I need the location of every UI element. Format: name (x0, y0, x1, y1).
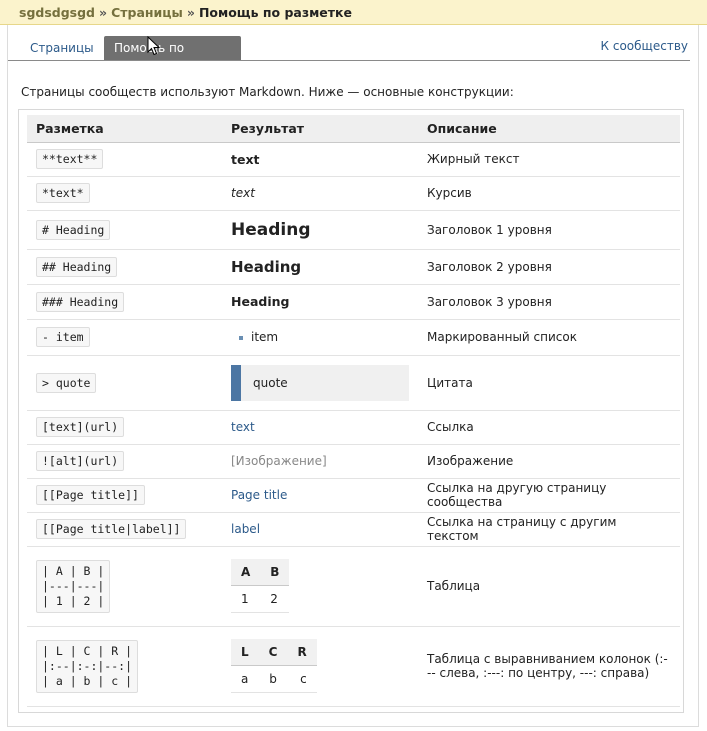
table-row: | L | C | R | |:--|:-:|--:| | a | b | c … (27, 626, 680, 707)
description: Маркированный список (418, 319, 680, 356)
markup-code-block: | A | B | |---|---| | 1 | 2 | (36, 559, 111, 613)
tab-markup-help[interactable]: Помощь по разметке (104, 36, 241, 79)
back-to-community-link[interactable]: К сообществу (601, 39, 688, 53)
bullet-icon (239, 335, 243, 340)
breadcrumb-section-link[interactable]: Страницы (111, 5, 183, 20)
breadcrumb-separator: » (99, 4, 108, 20)
result-table: A B 1 2 (231, 558, 290, 614)
markup-code: # Heading (36, 219, 111, 240)
result-table-header: R (287, 638, 317, 667)
reference-panel: Разметка Результат Описание **text** tex… (18, 109, 684, 713)
description: Жирный текст (418, 142, 680, 177)
result-heading-1: Heading (231, 219, 311, 240)
result-table-header: L (231, 638, 259, 667)
mouse-cursor-icon (147, 36, 161, 56)
description: Заголовок 3 уровня (418, 284, 680, 320)
result-table-cell: b (258, 665, 288, 694)
table-row: **text** text Жирный текст (27, 142, 680, 177)
result-table-aligned: L C R a b c (231, 638, 317, 694)
tab-pages[interactable]: Страницы (20, 36, 104, 60)
table-row: # Heading Heading Заголовок 1 уровня (27, 210, 680, 250)
table-header-row: Разметка Результат Описание (27, 115, 680, 143)
result-blockquote: quote (231, 364, 409, 401)
intro-text: Страницы сообществ используют Markdown. … (21, 85, 514, 99)
result-link[interactable]: text (231, 420, 255, 434)
description: Таблица (418, 546, 680, 627)
result-table-cell: c (287, 665, 317, 694)
result-italic: text (231, 186, 255, 200)
result-table-header: B (260, 558, 290, 587)
description: Изображение (418, 444, 680, 479)
column-header-description: Описание (418, 115, 680, 143)
breadcrumb: sgdsdgsgd » Страницы » Помощь по разметк… (0, 0, 707, 25)
description: Ссылка на другую страницу сообщества (418, 478, 680, 513)
result-bold: text (231, 151, 260, 167)
result-table-cell: a (231, 665, 259, 694)
result-table-cell: 1 (231, 585, 261, 614)
result-image-placeholder: [Изображение] (231, 454, 327, 468)
description: Ссылка на страницу с другим текстом (418, 512, 680, 547)
content-frame: Страницы Помощь по разметке К сообществу… (7, 25, 699, 727)
markup-code: - item (36, 327, 90, 347)
description: Цитата (418, 355, 680, 411)
table-row: [[Page title]] Page title Ссылка на друг… (27, 478, 680, 513)
table-row: [[Page title|label]] label Ссылка на стр… (27, 512, 680, 547)
table-row: ## Heading Heading Заголовок 2 уровня (27, 249, 680, 285)
breadcrumb-group-link[interactable]: sgdsdgsgd (19, 5, 95, 20)
description: Таблица с выравниванием колонок (:--- сл… (418, 626, 680, 707)
result-labeled-link[interactable]: label (231, 522, 260, 536)
table-row: ![alt](url) [Изображение] Изображение (27, 444, 680, 479)
result-table-header: A (231, 558, 261, 587)
markup-code: ## Heading (36, 256, 118, 277)
description: Ссылка (418, 410, 680, 445)
column-header-markup: Разметка (27, 115, 222, 143)
markup-code: **text** (36, 149, 104, 169)
markup-reference-table: Разметка Результат Описание **text** tex… (27, 115, 680, 707)
tab-bar: Страницы Помощь по разметке К сообществу (8, 25, 690, 79)
description: Заголовок 1 уровня (418, 210, 680, 250)
markup-code-block: | L | C | R | |:--|:-:|--:| | a | b | c … (36, 639, 139, 693)
markup-code: ### Heading (36, 291, 125, 312)
table-row: - item item Маркированный список (27, 319, 680, 356)
markup-code: *text* (36, 183, 90, 203)
result-list-item: item (231, 330, 278, 344)
markup-code: [text](url) (36, 417, 125, 437)
table-row: > quote quote Цитата (27, 355, 680, 411)
result-table-cell: 2 (260, 585, 290, 614)
table-row: [text](url) text Ссылка (27, 410, 680, 445)
markup-code: ![alt](url) (36, 451, 125, 471)
breadcrumb-separator: » (186, 4, 195, 20)
result-table-header: C (258, 638, 288, 667)
description: Заголовок 2 уровня (418, 249, 680, 285)
markup-code: [[Page title]] (36, 485, 145, 505)
markup-code: [[Page title|label]] (36, 519, 187, 539)
table-row: ### Heading Heading Заголовок 3 уровня (27, 284, 680, 320)
result-heading-2: Heading (231, 257, 302, 276)
result-page-link[interactable]: Page title (231, 488, 287, 502)
breadcrumb-current: Помощь по разметке (198, 4, 352, 20)
description: Курсив (418, 176, 680, 211)
column-header-result: Результат (222, 115, 418, 143)
table-row: *text* text Курсив (27, 176, 680, 211)
result-heading-3: Heading (231, 294, 290, 309)
table-row: | A | B | |---|---| | 1 | 2 | A B 1 2 Та… (27, 546, 680, 627)
markup-code: > quote (36, 372, 97, 393)
